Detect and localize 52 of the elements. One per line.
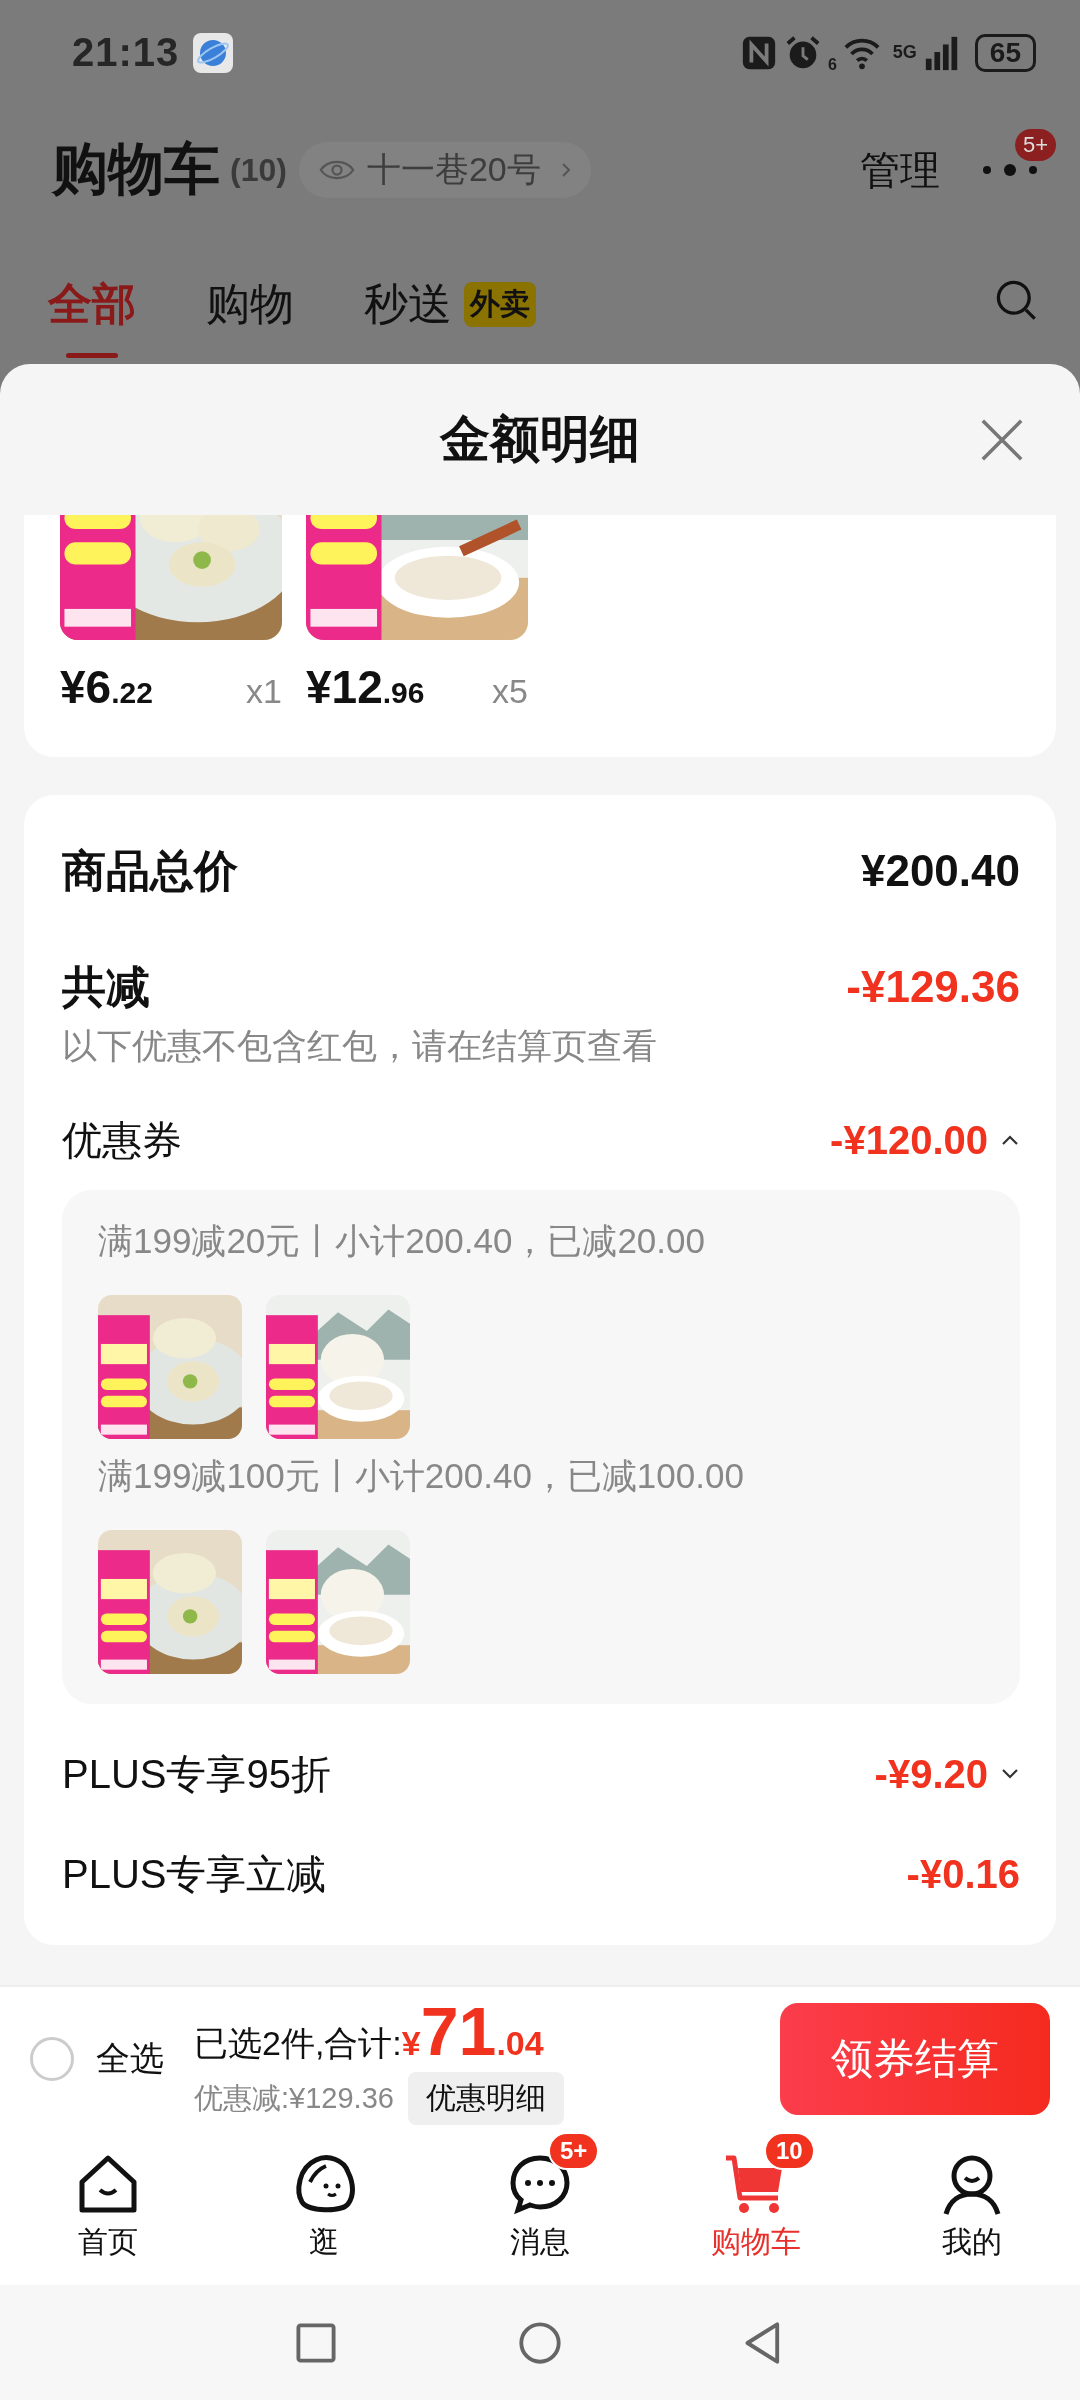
status-time: 21:13: [72, 30, 180, 75]
discount-label: 优惠券: [62, 1116, 182, 1164]
product-quantity: x5: [492, 672, 528, 711]
discount-value: -¥0.16: [906, 1851, 1020, 1897]
address-selector[interactable]: 十一巷20号: [298, 142, 591, 198]
checkout-button[interactable]: 领券结算: [780, 2002, 1050, 2115]
more-icon[interactable]: [980, 163, 1040, 177]
discount-detail-button[interactable]: 优惠明细: [407, 2072, 564, 2125]
total-label: 商品总价: [62, 844, 238, 897]
discount-value: -¥9.20: [874, 1751, 988, 1797]
total-value: ¥200.40: [860, 846, 1020, 896]
nav-tab[interactable]: 逛: [216, 2130, 432, 2285]
category-tab[interactable]: 购物: [206, 261, 294, 358]
sheet-title: 金额明细: [440, 410, 640, 469]
battery-indicator: 65: [974, 33, 1036, 72]
discount-label: PLUS专享95折: [62, 1750, 331, 1798]
notification-badge: 10: [764, 2132, 815, 2170]
notification-badge: 5+: [548, 2132, 600, 2170]
product-price: ¥6.22: [60, 660, 153, 714]
total-amount: ¥71.04: [401, 1992, 544, 2070]
coupon-rule: 满199减100元丨小计200.40，已减100.00: [98, 1455, 745, 1497]
product-quantity: x1: [246, 672, 282, 711]
notification-badge: 5+: [1014, 129, 1056, 161]
nav-tab[interactable]: 5+ 消息: [432, 2130, 648, 2285]
wifi-label: 6: [827, 55, 837, 74]
takeout-tag: 外卖: [464, 282, 536, 327]
caret-icon[interactable]: [1000, 1768, 1020, 1780]
page-title: 购物车: [52, 136, 220, 202]
selection-summary: 已选2件,合计:: [194, 2023, 402, 2064]
app-icon: [193, 32, 234, 73]
caret-icon[interactable]: [1000, 1134, 1020, 1146]
select-all-radio[interactable]: [30, 2036, 74, 2081]
product-price: ¥12.96: [306, 660, 425, 714]
network-label: 5G: [892, 42, 917, 63]
discount-value: -¥120.00: [830, 1117, 988, 1163]
reduction-value: -¥129.36: [846, 962, 1020, 1012]
home-button-icon[interactable]: [518, 2320, 562, 2365]
select-all-label[interactable]: 全选: [96, 2035, 164, 2082]
cart-count: (10): [230, 151, 287, 189]
recent-apps-icon[interactable]: [294, 2320, 338, 2365]
nav-tab[interactable]: 首页: [0, 2130, 216, 2285]
manage-button[interactable]: 管理: [860, 142, 940, 198]
chevron-icon: [560, 162, 571, 178]
nav-tab[interactable]: 我的: [864, 2130, 1080, 2285]
discount-note: 以下优惠不包含红包，请在结算页查看: [62, 1025, 658, 1067]
discount-summary: 优惠减:¥129.36: [194, 2080, 394, 2116]
eye-icon: [318, 159, 355, 181]
nav-tab[interactable]: 10 购物车: [648, 2130, 864, 2285]
category-tab[interactable]: 秒送 外卖: [364, 261, 536, 358]
coupon-rule: 满199减20元丨小计200.40，已减20.00: [98, 1220, 706, 1262]
reduction-label: 共减: [62, 960, 150, 1013]
discount-label: PLUS专享立减: [62, 1850, 327, 1898]
